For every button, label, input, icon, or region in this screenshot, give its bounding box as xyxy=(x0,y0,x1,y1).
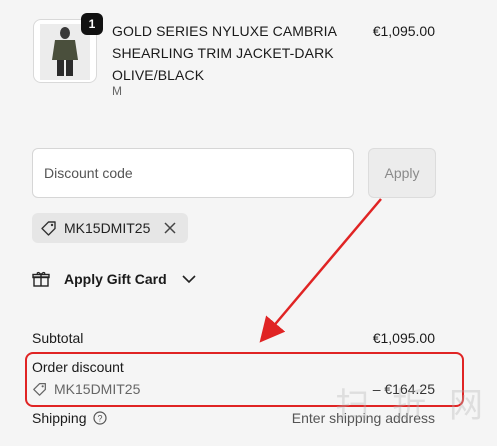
shipping-row: Shipping ? xyxy=(32,410,107,426)
svg-text:?: ? xyxy=(97,414,102,424)
watermark: 扫 折 网 xyxy=(335,386,489,426)
apply-discount-button[interactable]: Apply xyxy=(368,148,436,198)
quantity-badge: 1 xyxy=(81,13,103,35)
gift-card-label: Apply Gift Card xyxy=(64,271,167,287)
applied-discount-code: MK15DMIT25 xyxy=(64,220,151,236)
product-title: GOLD SERIES NYLUXE CAMBRIA SHEARLING TRI… xyxy=(112,23,337,83)
product-price: €1,095.00 xyxy=(372,23,435,39)
applied-discount-tag: MK15DMIT25 xyxy=(32,213,189,243)
subtotal-value: €1,095.00 xyxy=(372,330,435,346)
subtotal-row: Subtotal €1,095.00 xyxy=(32,330,435,346)
discount-code-input[interactable] xyxy=(32,148,354,198)
checkout-summary: 1 GOLD SERIES NYLUXE CAMBRIA SHEARLING T… xyxy=(0,0,497,446)
shipping-label: Shipping xyxy=(32,410,87,426)
subtotal-label: Subtotal xyxy=(32,330,84,346)
product-variant: M xyxy=(112,84,122,98)
gift-icon xyxy=(32,271,50,287)
remove-discount-icon[interactable] xyxy=(162,220,178,236)
apply-gift-card-toggle[interactable]: Apply Gift Card xyxy=(32,270,197,288)
help-icon[interactable]: ? xyxy=(92,411,107,425)
chevron-down-icon[interactable] xyxy=(181,274,197,284)
tag-icon xyxy=(41,221,56,236)
